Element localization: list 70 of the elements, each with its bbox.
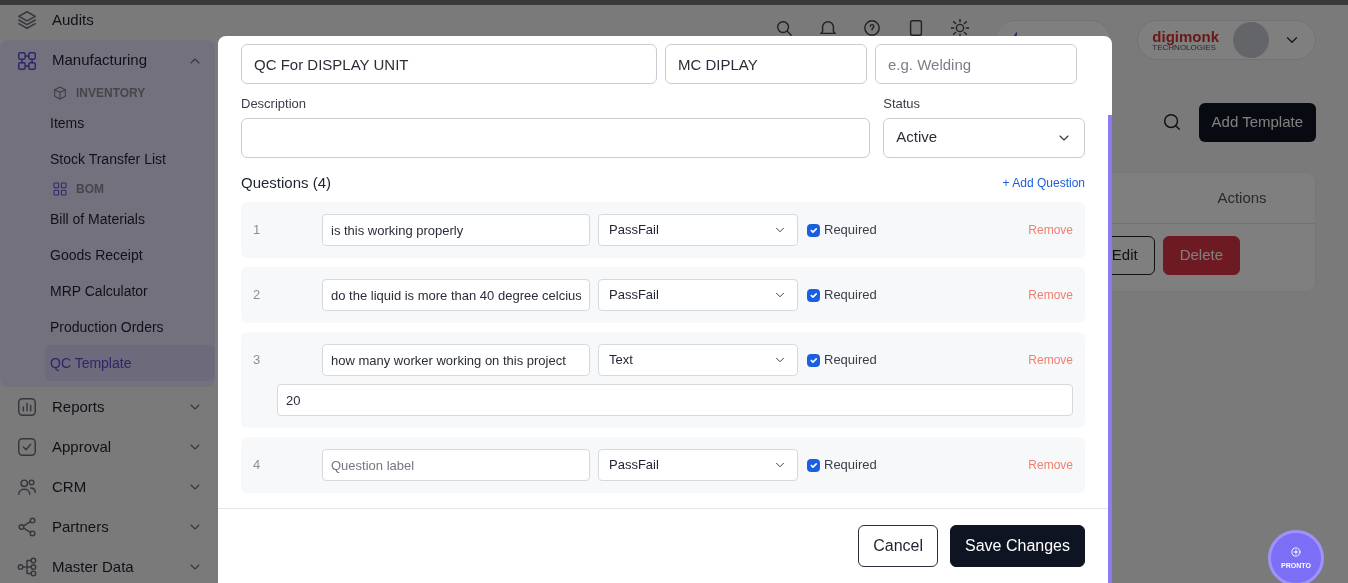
- sidebar-subitem[interactable]: QC Template: [45, 345, 215, 381]
- sidebar-subitem[interactable]: Bill of Materials: [45, 201, 215, 237]
- sidebar-item[interactable]: Approval: [0, 427, 215, 467]
- search-icon: [775, 19, 794, 37]
- remove-link[interactable]: Remove: [1028, 456, 1073, 474]
- add-template-button[interactable]: Add Template: [1198, 103, 1316, 142]
- section-title: Questions (4): [241, 172, 332, 193]
- checkbox-label: Required: [824, 221, 877, 240]
- type-select[interactable]: PassFail: [598, 214, 798, 246]
- sidebar-subitem[interactable]: Goods Receipt: [45, 237, 215, 273]
- question-field[interactable]: is this working properly: [322, 214, 590, 246]
- answer-field[interactable]: 20: [277, 384, 1073, 416]
- delete-button[interactable]: Delete: [1162, 236, 1240, 275]
- field-label: Description: [241, 95, 308, 113]
- sidebar-item[interactable]: Master Data: [0, 547, 215, 583]
- question-number: 3: [253, 351, 262, 370]
- bar-chart-icon: [16, 396, 38, 418]
- nodes-icon: [16, 49, 38, 72]
- status-select[interactable]: Active: [883, 117, 1085, 158]
- checkbox-label: Required: [824, 351, 877, 370]
- share-icon: [16, 516, 38, 538]
- question-number: 1: [253, 221, 262, 240]
- input-field[interactable]: MC DIPLAY: [665, 44, 867, 84]
- input-field[interactable]: e.g. Welding: [875, 44, 1077, 84]
- required-checkbox[interactable]: [807, 288, 820, 302]
- remove-link[interactable]: Remove: [1028, 286, 1073, 304]
- question-number: 2: [253, 286, 262, 305]
- add-question-link[interactable]: + Add Question: [1002, 173, 1085, 192]
- required-checkbox[interactable]: [807, 223, 820, 237]
- remove-link[interactable]: Remove: [1028, 221, 1073, 239]
- cancel-button[interactable]: Cancel: [858, 525, 939, 567]
- sidebar-subitem[interactable]: Production Orders: [45, 309, 215, 345]
- remove-link[interactable]: Remove: [1028, 351, 1073, 369]
- required-checkbox[interactable]: [807, 353, 820, 367]
- column-header: Actions: [1216, 187, 1268, 208]
- cube-icon: [52, 85, 68, 101]
- sidebar-item[interactable]: Partners: [0, 507, 215, 547]
- save-button[interactable]: Save Changes: [950, 525, 1085, 567]
- scrollbar-thumb[interactable]: [1108, 115, 1112, 583]
- checkbox-label: Required: [824, 286, 877, 305]
- sidebar-item[interactable]: Reports: [0, 387, 215, 427]
- checkbox-label: Required: [824, 456, 877, 475]
- sidebar-item[interactable]: Manufacturing: [0, 40, 215, 81]
- type-select[interactable]: PassFail: [598, 449, 798, 481]
- question-number: 4: [253, 456, 262, 475]
- avatar: [1233, 22, 1269, 58]
- sidebar-subitem[interactable]: MRP Calculator: [45, 273, 215, 309]
- logo-text: digimonk: [1152, 28, 1219, 44]
- checkbox-icon: [16, 436, 38, 458]
- help-icon: [863, 19, 882, 37]
- nodes-icon: [52, 181, 68, 197]
- sidebar-item[interactable]: Audits: [0, 5, 215, 40]
- field-label: Status: [883, 95, 922, 113]
- required-checkbox[interactable]: [807, 458, 820, 472]
- sidebar-subitem[interactable]: Items: [45, 105, 215, 141]
- type-select[interactable]: PassFail: [598, 279, 798, 311]
- question-field[interactable]: how many worker working on this project: [322, 344, 590, 376]
- description-field[interactable]: [241, 117, 871, 158]
- sun-icon: [951, 19, 970, 37]
- users-icon: [16, 476, 38, 498]
- bell-icon: [819, 19, 838, 37]
- layers-icon: [16, 9, 38, 31]
- profile-menu[interactable]: digimonk TECHNOLOGIES: [1137, 20, 1316, 60]
- type-select[interactable]: Text: [598, 344, 798, 376]
- input-field[interactable]: QC For DISPLAY UNIT: [241, 44, 657, 84]
- sidebar-subitem[interactable]: Stock Transfer List: [45, 141, 215, 177]
- question-field[interactable]: Question label: [322, 449, 590, 481]
- sidebar-item[interactable]: CRM: [0, 467, 215, 507]
- question-field[interactable]: do the liquid is more than 40 degree celcius: [322, 279, 590, 311]
- hierarchy-icon: [16, 556, 38, 578]
